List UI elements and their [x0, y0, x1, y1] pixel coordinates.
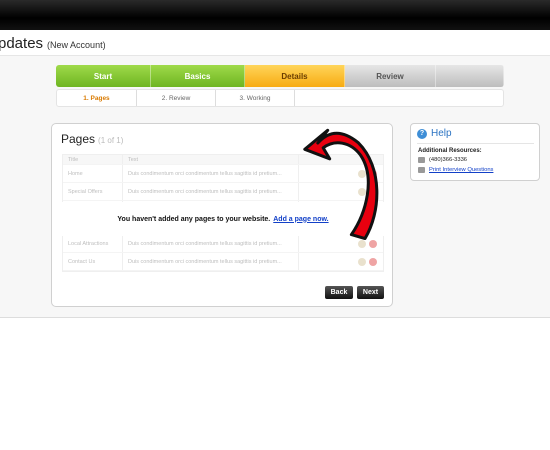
- table-row[interactable]: Contact Us Duis condimentum orci condime…: [63, 253, 383, 271]
- step-review[interactable]: Review: [345, 65, 436, 87]
- wizard-substeps: 1. Pages 2. Review 3. Working: [56, 89, 504, 107]
- row-title: Home: [63, 165, 123, 182]
- step-details[interactable]: Details: [245, 65, 345, 87]
- column-title-header: Title: [63, 155, 123, 164]
- phone-line: (480)366-3336: [418, 157, 467, 163]
- substep-pages[interactable]: 1. Pages: [57, 90, 137, 106]
- step-start[interactable]: Start: [56, 65, 151, 87]
- edit-icon[interactable]: [358, 257, 366, 266]
- pages-count: (1 of 1): [98, 136, 124, 145]
- substep-working[interactable]: 3. Working: [216, 90, 295, 106]
- print-questions-link[interactable]: Print Interview Questions: [429, 167, 493, 173]
- help-header: ? Help: [417, 128, 452, 139]
- phone-number: (480)366-3336: [429, 157, 468, 163]
- page-subtitle: (New Account): [47, 40, 106, 50]
- pages-title: Pages (1 of 1): [61, 132, 124, 146]
- print-line: Print Interview Questions: [418, 167, 493, 173]
- page-header: pdates (New Account): [0, 30, 550, 56]
- back-button[interactable]: Back: [325, 286, 353, 299]
- row-text: Duis condimentum orci condimentum tellus…: [123, 235, 299, 252]
- next-button[interactable]: Next: [357, 286, 384, 299]
- help-panel: ? Help Additional Resources: (480)366-333…: [410, 123, 540, 181]
- curved-arrow-icon: [303, 128, 379, 241]
- help-divider: [417, 143, 534, 144]
- phone-icon: [418, 157, 425, 163]
- wizard-steps: Start Basics Details Review: [56, 65, 504, 87]
- substep-review[interactable]: 2. Review: [137, 90, 216, 106]
- delete-icon[interactable]: [369, 257, 377, 266]
- column-text-header: Text: [123, 155, 299, 164]
- row-text: Duis condimentum orci condimentum tellus…: [123, 253, 299, 270]
- resources-label: Additional Resources:: [418, 148, 482, 154]
- row-title: Local Attractions: [63, 235, 123, 252]
- page-title: pdates (New Account): [0, 35, 106, 52]
- row-text: Duis condimentum orci condimentum tellus…: [123, 165, 299, 182]
- help-icon: ?: [417, 128, 427, 139]
- step-basics[interactable]: Basics: [151, 65, 245, 87]
- help-title: Help: [431, 128, 452, 139]
- printer-icon: [418, 167, 425, 173]
- step-review-tail: [436, 65, 504, 87]
- top-navigation-bar: [0, 0, 550, 30]
- empty-message-text: You haven't added any pages to your webs…: [117, 215, 271, 223]
- row-text: Duis condimentum orci condimentum tellus…: [123, 183, 299, 200]
- row-title: Contact Us: [63, 253, 123, 270]
- row-title: Special Offers: [63, 183, 123, 200]
